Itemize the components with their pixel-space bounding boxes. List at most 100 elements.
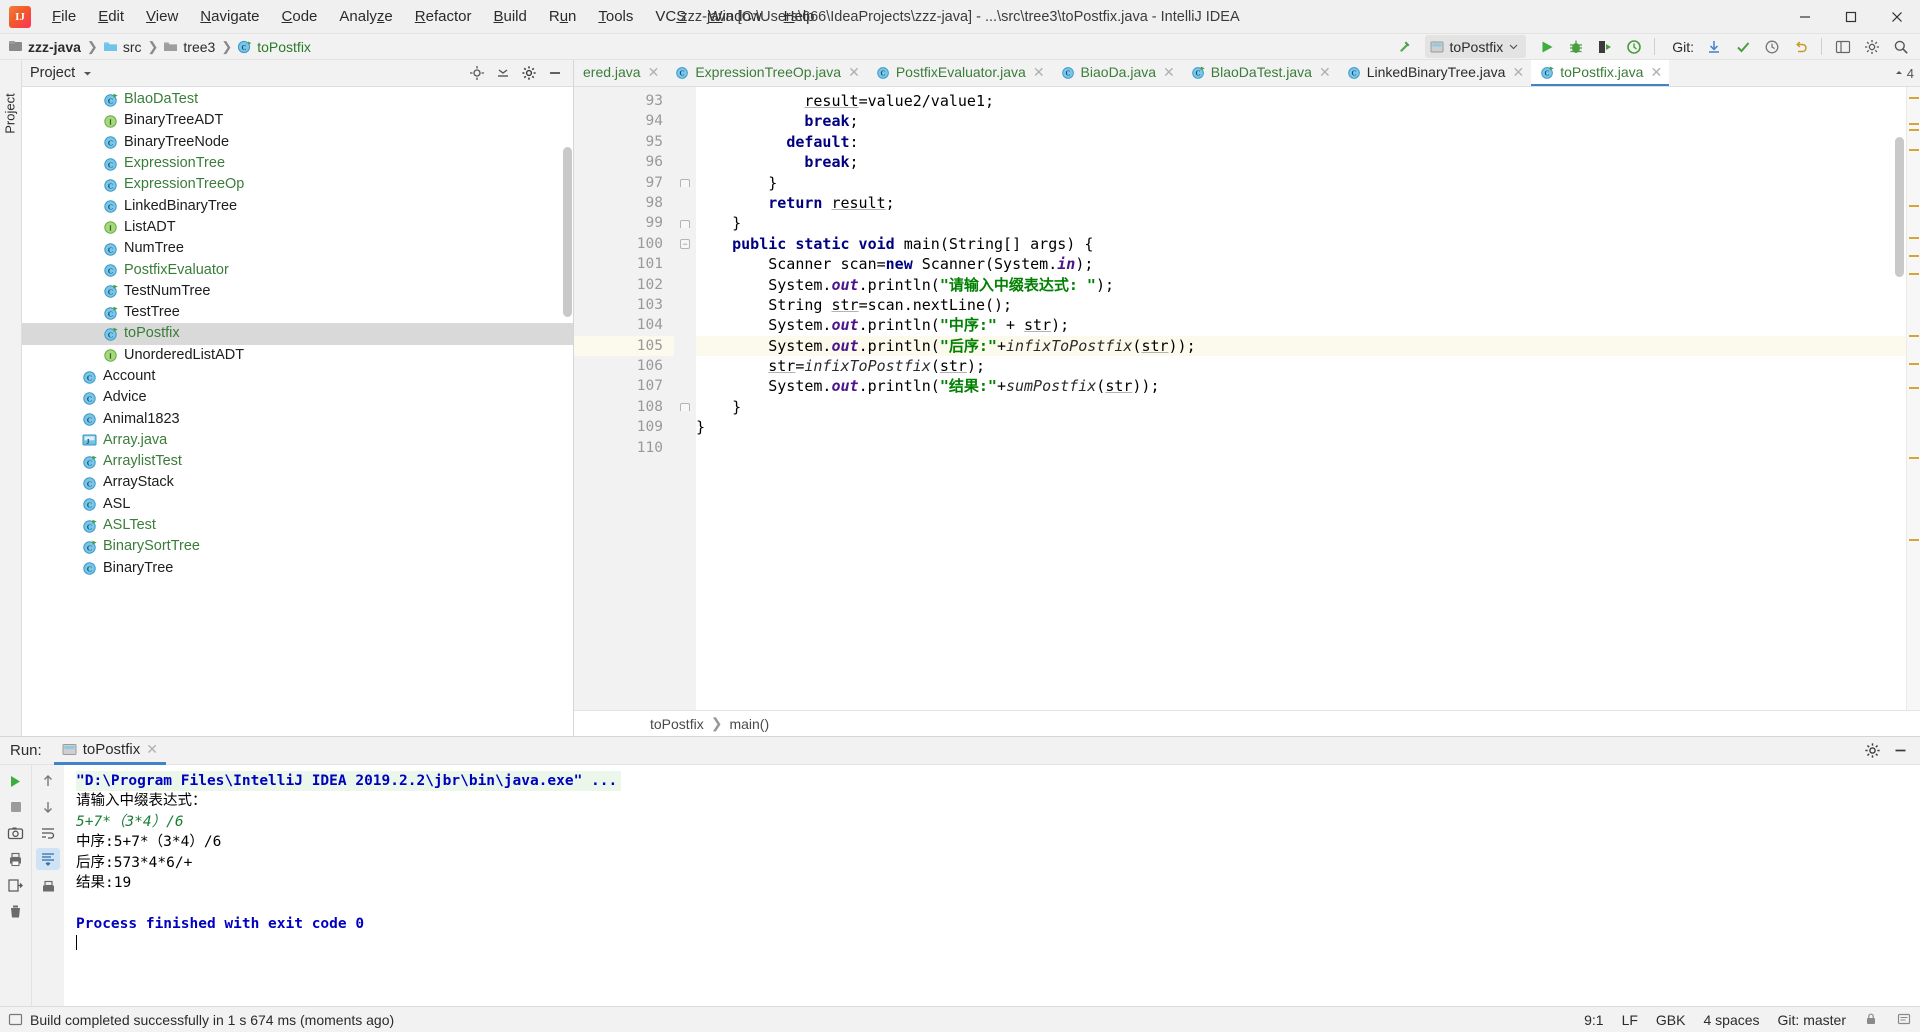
fold-end-icon[interactable] (680, 178, 690, 187)
lock-icon[interactable] (1864, 1012, 1879, 1027)
fold-collapse-icon[interactable]: − (680, 238, 690, 249)
line-number[interactable]: 107 (574, 376, 674, 396)
tree-item-asltest[interactable]: C ASLTest (22, 515, 573, 536)
indent-setting[interactable]: 4 spaces (1703, 1012, 1759, 1028)
down-arrow-icon[interactable] (36, 796, 60, 818)
close-icon[interactable]: ✕ (848, 64, 860, 81)
event-log-icon[interactable] (1897, 1012, 1912, 1027)
project-tree[interactable]: C BlaoDaTest I BinaryTreeADT C BinaryTreeNode… (22, 87, 573, 736)
debug-icon[interactable] (1562, 35, 1589, 59)
console-output[interactable]: "D:\Program Files\IntelliJ IDEA 2019.2.2… (64, 765, 1920, 1006)
menu-analyze[interactable]: Analyze (328, 3, 403, 31)
tree-item-account[interactable]: C Account (22, 366, 573, 387)
code-line[interactable]: default: (696, 132, 1906, 152)
trash-icon[interactable] (4, 900, 28, 922)
hide-panel-icon[interactable] (543, 62, 567, 84)
tab-overflow-counter[interactable]: 4 (1894, 60, 1920, 86)
tree-item-postfixevaluator[interactable]: C PostfixEvaluator (22, 259, 573, 280)
breadcrumb-topostfix[interactable]: toPostfix (257, 39, 311, 55)
tree-item-listadt[interactable]: I ListADT (22, 217, 573, 238)
print-icon-2[interactable] (36, 876, 60, 898)
menu-navigate[interactable]: Navigate (189, 3, 270, 31)
editor-scrollbar[interactable] (1895, 137, 1904, 277)
git-branch[interactable]: Git: master (1778, 1012, 1846, 1028)
code-line[interactable]: public static void main(String[] args) { (696, 234, 1906, 254)
line-number[interactable]: 97 (574, 173, 674, 193)
code-line[interactable]: } (696, 417, 1906, 437)
line-number[interactable]: 93 (574, 91, 674, 111)
tree-item-binarytreeadt[interactable]: I BinaryTreeADT (22, 110, 573, 131)
code-line[interactable]: } (696, 213, 1906, 233)
tree-item-testnumtree[interactable]: C TestNumTree (22, 281, 573, 302)
export-icon[interactable] (4, 874, 28, 896)
tree-item-binarytreenode[interactable]: C BinaryTreeNode (22, 132, 573, 153)
code-content[interactable]: result=value2/value1; break; default: br… (696, 87, 1906, 710)
build-hammer-icon[interactable] (1391, 35, 1418, 59)
editor-gutter[interactable]: 93 94 95 96 97 98 99 100 101 102 103 104 105 106 107 10… (574, 87, 690, 710)
stop-icon[interactable] (4, 796, 28, 818)
code-line[interactable]: } (696, 397, 1906, 417)
line-number[interactable]: 99 (574, 213, 674, 233)
editor-tab-biaoda[interactable]: C BiaoDa.java ✕ (1052, 60, 1182, 86)
code-line[interactable]: } (696, 173, 1906, 193)
tree-item-asl[interactable]: C ASL (22, 494, 573, 515)
line-number[interactable]: 102 (574, 275, 674, 295)
tree-item-array-java[interactable]: J Array.java (22, 430, 573, 451)
menu-code[interactable]: Code (271, 3, 329, 31)
collapse-all-icon[interactable] (491, 62, 515, 84)
line-number[interactable]: 109 (574, 417, 674, 437)
editor-tab-ered[interactable]: ered.java ✕ (574, 60, 666, 86)
code-line[interactable]: System.out.println("中序:" + str); (696, 315, 1906, 335)
fold-end-icon[interactable] (680, 219, 690, 228)
chevron-down-icon-project[interactable] (82, 68, 93, 79)
tree-item-animal1823[interactable]: C Animal1823 (22, 408, 573, 429)
tree-item-expressiontreeop[interactable]: C ExpressionTreeOp (22, 174, 573, 195)
tree-item-testtree[interactable]: C TestTree (22, 302, 573, 323)
error-stripe-marker[interactable] (1906, 87, 1920, 710)
screenshot-icon[interactable] (4, 822, 28, 844)
tree-item-arraystack[interactable]: C ArrayStack (22, 472, 573, 493)
menu-tools[interactable]: Tools (587, 3, 644, 31)
close-icon[interactable]: ✕ (1033, 64, 1045, 81)
settings-gear-icon[interactable] (517, 62, 541, 84)
code-line[interactable]: str=infixToPostfix(str); (696, 356, 1906, 376)
vcs-history-icon[interactable] (1758, 35, 1785, 59)
vcs-commit-icon[interactable] (1729, 35, 1756, 59)
line-number[interactable]: 108 (574, 397, 674, 417)
tree-item-unorderedlistadt[interactable]: I UnorderedListADT (22, 345, 573, 366)
file-encoding[interactable]: GBK (1656, 1012, 1686, 1028)
close-icon[interactable]: ✕ (146, 741, 158, 758)
locate-icon[interactable] (465, 62, 489, 84)
editor-tab-linkedbinarytree[interactable]: C LinkedBinaryTree.java ✕ (1338, 60, 1532, 86)
line-number[interactable]: 95 (574, 132, 674, 152)
scroll-to-end-icon[interactable] (36, 848, 60, 870)
line-number[interactable]: 105 (574, 335, 674, 357)
tree-item-numtree[interactable]: C NumTree (22, 238, 573, 259)
search-icon[interactable] (1887, 35, 1914, 59)
close-button[interactable] (1874, 0, 1920, 34)
caret-position[interactable]: 9:1 (1584, 1012, 1603, 1028)
menu-vcs[interactable]: VCS (644, 3, 697, 31)
line-number[interactable]: 104 (574, 315, 674, 335)
code-line[interactable]: System.out.println("请输入中缀表达式: "); (696, 275, 1906, 295)
code-line[interactable]: break; (696, 111, 1906, 131)
tree-item-binarytree[interactable]: C BinaryTree (22, 558, 573, 579)
editor-tab-topostfix[interactable]: CtoPostfix.java ✕ (1531, 60, 1670, 86)
editor-tab-expressiontreeop[interactable]: C ExpressionTreeOp.java ✕ (666, 60, 867, 86)
run-with-coverage-icon[interactable] (1591, 35, 1618, 59)
soft-wrap-icon[interactable] (36, 822, 60, 844)
line-number[interactable]: 96 (574, 152, 674, 172)
menu-refactor[interactable]: Refactor (404, 3, 483, 31)
breadcrumb-tree3[interactable]: tree3 (183, 39, 215, 55)
settings-icon[interactable] (1858, 35, 1885, 59)
code-line[interactable]: result=value2/value1; (696, 91, 1906, 111)
menu-build[interactable]: Build (482, 3, 537, 31)
tree-item-linkedbinarytree[interactable]: C LinkedBinaryTree (22, 195, 573, 216)
hide-panel-icon-run[interactable] (1888, 740, 1912, 762)
line-number[interactable]: 94 (574, 111, 674, 131)
rerun-icon[interactable] (4, 770, 28, 792)
breadcrumb-src[interactable]: src (123, 39, 142, 55)
code-line[interactable]: return result; (696, 193, 1906, 213)
menu-help[interactable]: Help (773, 3, 826, 31)
vcs-update-icon[interactable] (1700, 35, 1727, 59)
